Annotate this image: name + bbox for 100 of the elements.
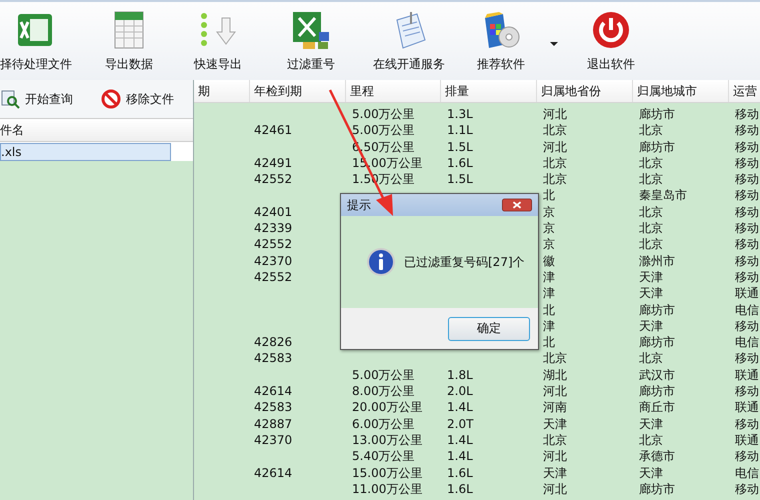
column-header: 件名	[0, 118, 193, 142]
column-header[interactable]: 里程	[346, 80, 441, 102]
table-cell: 电信	[735, 335, 759, 350]
table-cell: 天津	[639, 466, 663, 480]
column-header[interactable]: 年检到期	[250, 80, 346, 102]
table-cell: 北京	[639, 237, 663, 252]
table-cell: 13.00万公里	[352, 432, 422, 447]
table-cell: 6.00万公里	[352, 416, 415, 431]
table-cell: 42339	[254, 221, 292, 236]
table-cell: 京	[543, 204, 555, 219]
dialog-title: 提示	[347, 196, 371, 214]
table-cell: 移动	[735, 237, 759, 252]
table-cell: 廊坊市	[639, 140, 675, 154]
table-cell: 滁州市	[639, 254, 675, 268]
table-cell: 1.6L	[447, 466, 473, 480]
table-cell: 42491	[254, 156, 292, 170]
table-cell: 移动	[735, 156, 759, 170]
table-cell: 电信	[735, 302, 759, 317]
table-cell: 42826	[254, 335, 292, 350]
table-cell: 5.00万公里	[352, 368, 415, 382]
ok-button[interactable]: 确定	[448, 316, 530, 340]
table-cell: 移动	[735, 449, 759, 464]
table-cell: 42461	[254, 123, 292, 138]
column-header[interactable]: 期	[194, 80, 250, 102]
table-cell: 天津	[639, 318, 663, 333]
table-cell: 北京	[639, 221, 663, 236]
column-header[interactable]: 归属地省份	[537, 80, 633, 102]
table-cell: 北京	[543, 172, 567, 186]
table-cell: 1.3L	[447, 107, 473, 121]
info-icon	[366, 247, 396, 277]
toolbar-button[interactable]: 过滤重号	[274, 2, 348, 73]
close-icon[interactable]	[502, 198, 532, 212]
column-header[interactable]: 运营	[729, 80, 760, 102]
spreadsheet-blocks-icon	[291, 10, 331, 50]
table-cell: 武汉市	[639, 368, 675, 382]
table-cell: 河北	[543, 449, 567, 464]
toolbar-button[interactable]: 退出软件	[576, 2, 646, 73]
table-cell: 移动	[735, 188, 759, 202]
table-cell: 5.00万公里	[352, 123, 415, 138]
action-button[interactable]: 开始查询	[0, 89, 73, 109]
table-cell: 42614	[254, 466, 292, 480]
table-cell: 42614	[254, 384, 292, 398]
table-cell: 联通	[735, 432, 759, 447]
column-header[interactable]: 归属地城市	[633, 80, 729, 102]
table-cell: 移动	[735, 221, 759, 236]
table-cell: 移动	[735, 270, 759, 284]
toolbar-button[interactable]: 快速导出	[184, 2, 252, 73]
toolbar-button[interactable]: 推荐软件	[466, 2, 536, 73]
table-cell: 津	[543, 286, 555, 300]
table-cell: 河北	[543, 140, 567, 154]
table-cell: 移动	[735, 482, 759, 496]
table-cell: 河北	[543, 107, 567, 121]
table-cell: 1.5L	[447, 172, 473, 186]
dropdown-caret-icon[interactable]	[550, 42, 558, 46]
table-cell: 河北	[543, 482, 567, 496]
file-item[interactable]: .xls	[0, 143, 171, 161]
table-cell: 移动	[735, 123, 759, 138]
table-cell: 8.00万公里	[352, 384, 415, 398]
table-cell: 1.6L	[447, 482, 473, 496]
table-cell: 商丘市	[639, 400, 675, 414]
table-cell: 天津	[639, 286, 663, 300]
table-cell: 津	[543, 318, 555, 333]
table-cell: 1.4L	[447, 432, 473, 447]
table-cell: 北京	[543, 123, 567, 138]
table-cell: 北京	[639, 123, 663, 138]
column-header[interactable]: 排量	[441, 80, 537, 102]
table-cell: 北京	[543, 351, 567, 366]
dialog-message: 已过滤重复号码[27]个	[404, 254, 525, 270]
table-cell: 1.4L	[447, 400, 473, 414]
table-cell: 1.1L	[447, 123, 473, 138]
table-cell: 承德市	[639, 449, 675, 464]
table-cell: 移动	[735, 416, 759, 431]
table-cell: 河北	[543, 384, 567, 398]
table-cell: 移动	[735, 384, 759, 398]
toolbar-button[interactable]: 在线开通服务	[364, 2, 454, 73]
table-cell: 联通	[735, 368, 759, 382]
table-cell: 42370	[254, 432, 292, 447]
table-cell: 42552	[254, 237, 292, 252]
table-cell: 11.00万公里	[352, 482, 422, 496]
table-cell: 2.0T	[447, 416, 474, 431]
table-cell: 2.0L	[447, 384, 473, 398]
table-cell: 1.5L	[447, 140, 473, 154]
table-cell: 北京	[639, 156, 663, 170]
toolbar-button[interactable]: 导出数据	[92, 2, 166, 73]
table-cell: 廊坊市	[639, 302, 675, 317]
action-button[interactable]: 移除文件	[101, 89, 174, 109]
table-cell: 移动	[735, 172, 759, 186]
table-cell: 42552	[254, 172, 292, 186]
table-cell: 移动	[735, 351, 759, 366]
table-cell: 5.40万公里	[352, 449, 415, 464]
power-icon	[591, 10, 631, 50]
table-cell: 1.6L	[447, 156, 473, 170]
table-cell: 廊坊市	[639, 482, 675, 496]
table-cell: 津	[543, 270, 555, 284]
table-cell: 廊坊市	[639, 107, 675, 121]
table-cell: 廊坊市	[639, 384, 675, 398]
table-cell: 联通	[735, 400, 759, 414]
toolbar-button[interactable]: 择待处理文件	[0, 2, 72, 73]
table-cell: 北	[543, 335, 555, 350]
table-cell: 北京	[639, 432, 663, 447]
